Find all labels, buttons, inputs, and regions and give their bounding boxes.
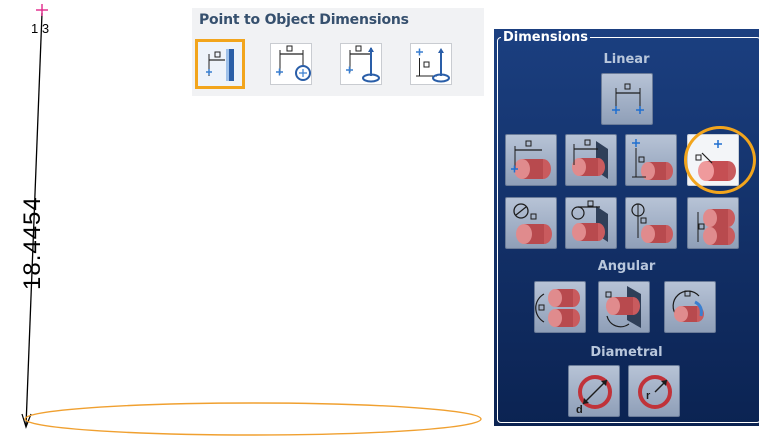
point-to-circle-top-dimension-icon	[346, 45, 380, 83]
linear-circle-to-cylinder-button[interactable]	[505, 197, 557, 249]
point-to-point-dimension-icon	[612, 83, 644, 114]
radius-icon: r	[638, 375, 672, 409]
angular-cylinder-to-cylinder-icon	[535, 289, 580, 327]
cylinder-to-cylinder-dimension-icon	[697, 209, 735, 245]
point-to-circle-center-dimension-icon	[276, 45, 311, 81]
linear-cylinder-to-cylinder-button[interactable]	[687, 197, 739, 249]
toolbar-title: Point to Object Dimensions	[199, 12, 409, 28]
angular-cylinder-to-cylinder-button[interactable]	[534, 281, 586, 333]
dimension-value-label: 18.4454	[19, 196, 46, 290]
point-marker[interactable]	[36, 4, 48, 16]
dimensions-panel: Dimensions Linear Angular Diametral d r	[494, 29, 759, 426]
panel-title: Dimensions	[501, 30, 590, 45]
diameter-icon: d	[576, 375, 612, 416]
point-to-cylinder-surface-icon	[695, 140, 736, 181]
linear-cylinder-to-plane-button[interactable]	[565, 134, 617, 186]
linear-point-to-point-button[interactable]	[601, 73, 653, 125]
point-label: 1 3	[31, 21, 49, 36]
point-to-object-toolbar: Point to Object Dimensions	[192, 8, 484, 96]
diameter-symbol: d	[576, 404, 583, 416]
point-to-plane-dimension-icon	[206, 49, 234, 81]
circle-to-cylinder-dimension-icon	[513, 203, 552, 244]
linear-circle-to-plane-button[interactable]	[565, 197, 617, 249]
linear-circle-to-cylinder-vertical-button[interactable]	[625, 197, 677, 249]
section-label-diametral: Diametral	[590, 345, 663, 360]
point-to-circle-top-dimension-button[interactable]	[340, 43, 382, 85]
linear-point-to-cylinder-button[interactable]	[687, 134, 739, 186]
circle-to-plane-dimension-icon	[571, 200, 608, 242]
linear-point-to-cylinder-axis-button[interactable]	[505, 134, 557, 186]
angular-twisted-cylinder-button[interactable]	[664, 281, 716, 333]
radius-symbol: r	[646, 390, 651, 402]
linear-point-to-cylinder-vertical-button[interactable]	[625, 134, 677, 186]
angular-cylinder-to-plane-icon	[605, 286, 641, 328]
section-label-angular: Angular	[597, 259, 656, 274]
diameter-dimension-button[interactable]: d	[568, 365, 620, 417]
angular-cylinder-to-plane-button[interactable]	[598, 281, 650, 333]
point-to-circle-vertical-dimension-button[interactable]	[410, 43, 452, 85]
point-to-circle-center-dimension-button[interactable]	[270, 43, 312, 85]
point-to-cylinder-vertical-icon	[632, 139, 673, 180]
selected-circle-ellipse[interactable]	[24, 402, 482, 436]
point-to-plane-dimension-button[interactable]	[195, 39, 245, 89]
point-to-circle-vertical-dimension-icon	[416, 48, 450, 83]
cylinder-to-plane-dimension-icon	[572, 139, 608, 179]
point-to-cylinder-axis-icon	[511, 140, 551, 179]
circle-to-cylinder-vertical-icon	[631, 203, 673, 243]
radius-dimension-button[interactable]: r	[628, 365, 680, 417]
angular-twisted-cylinder-icon	[672, 290, 704, 322]
section-label-linear: Linear	[603, 52, 650, 67]
